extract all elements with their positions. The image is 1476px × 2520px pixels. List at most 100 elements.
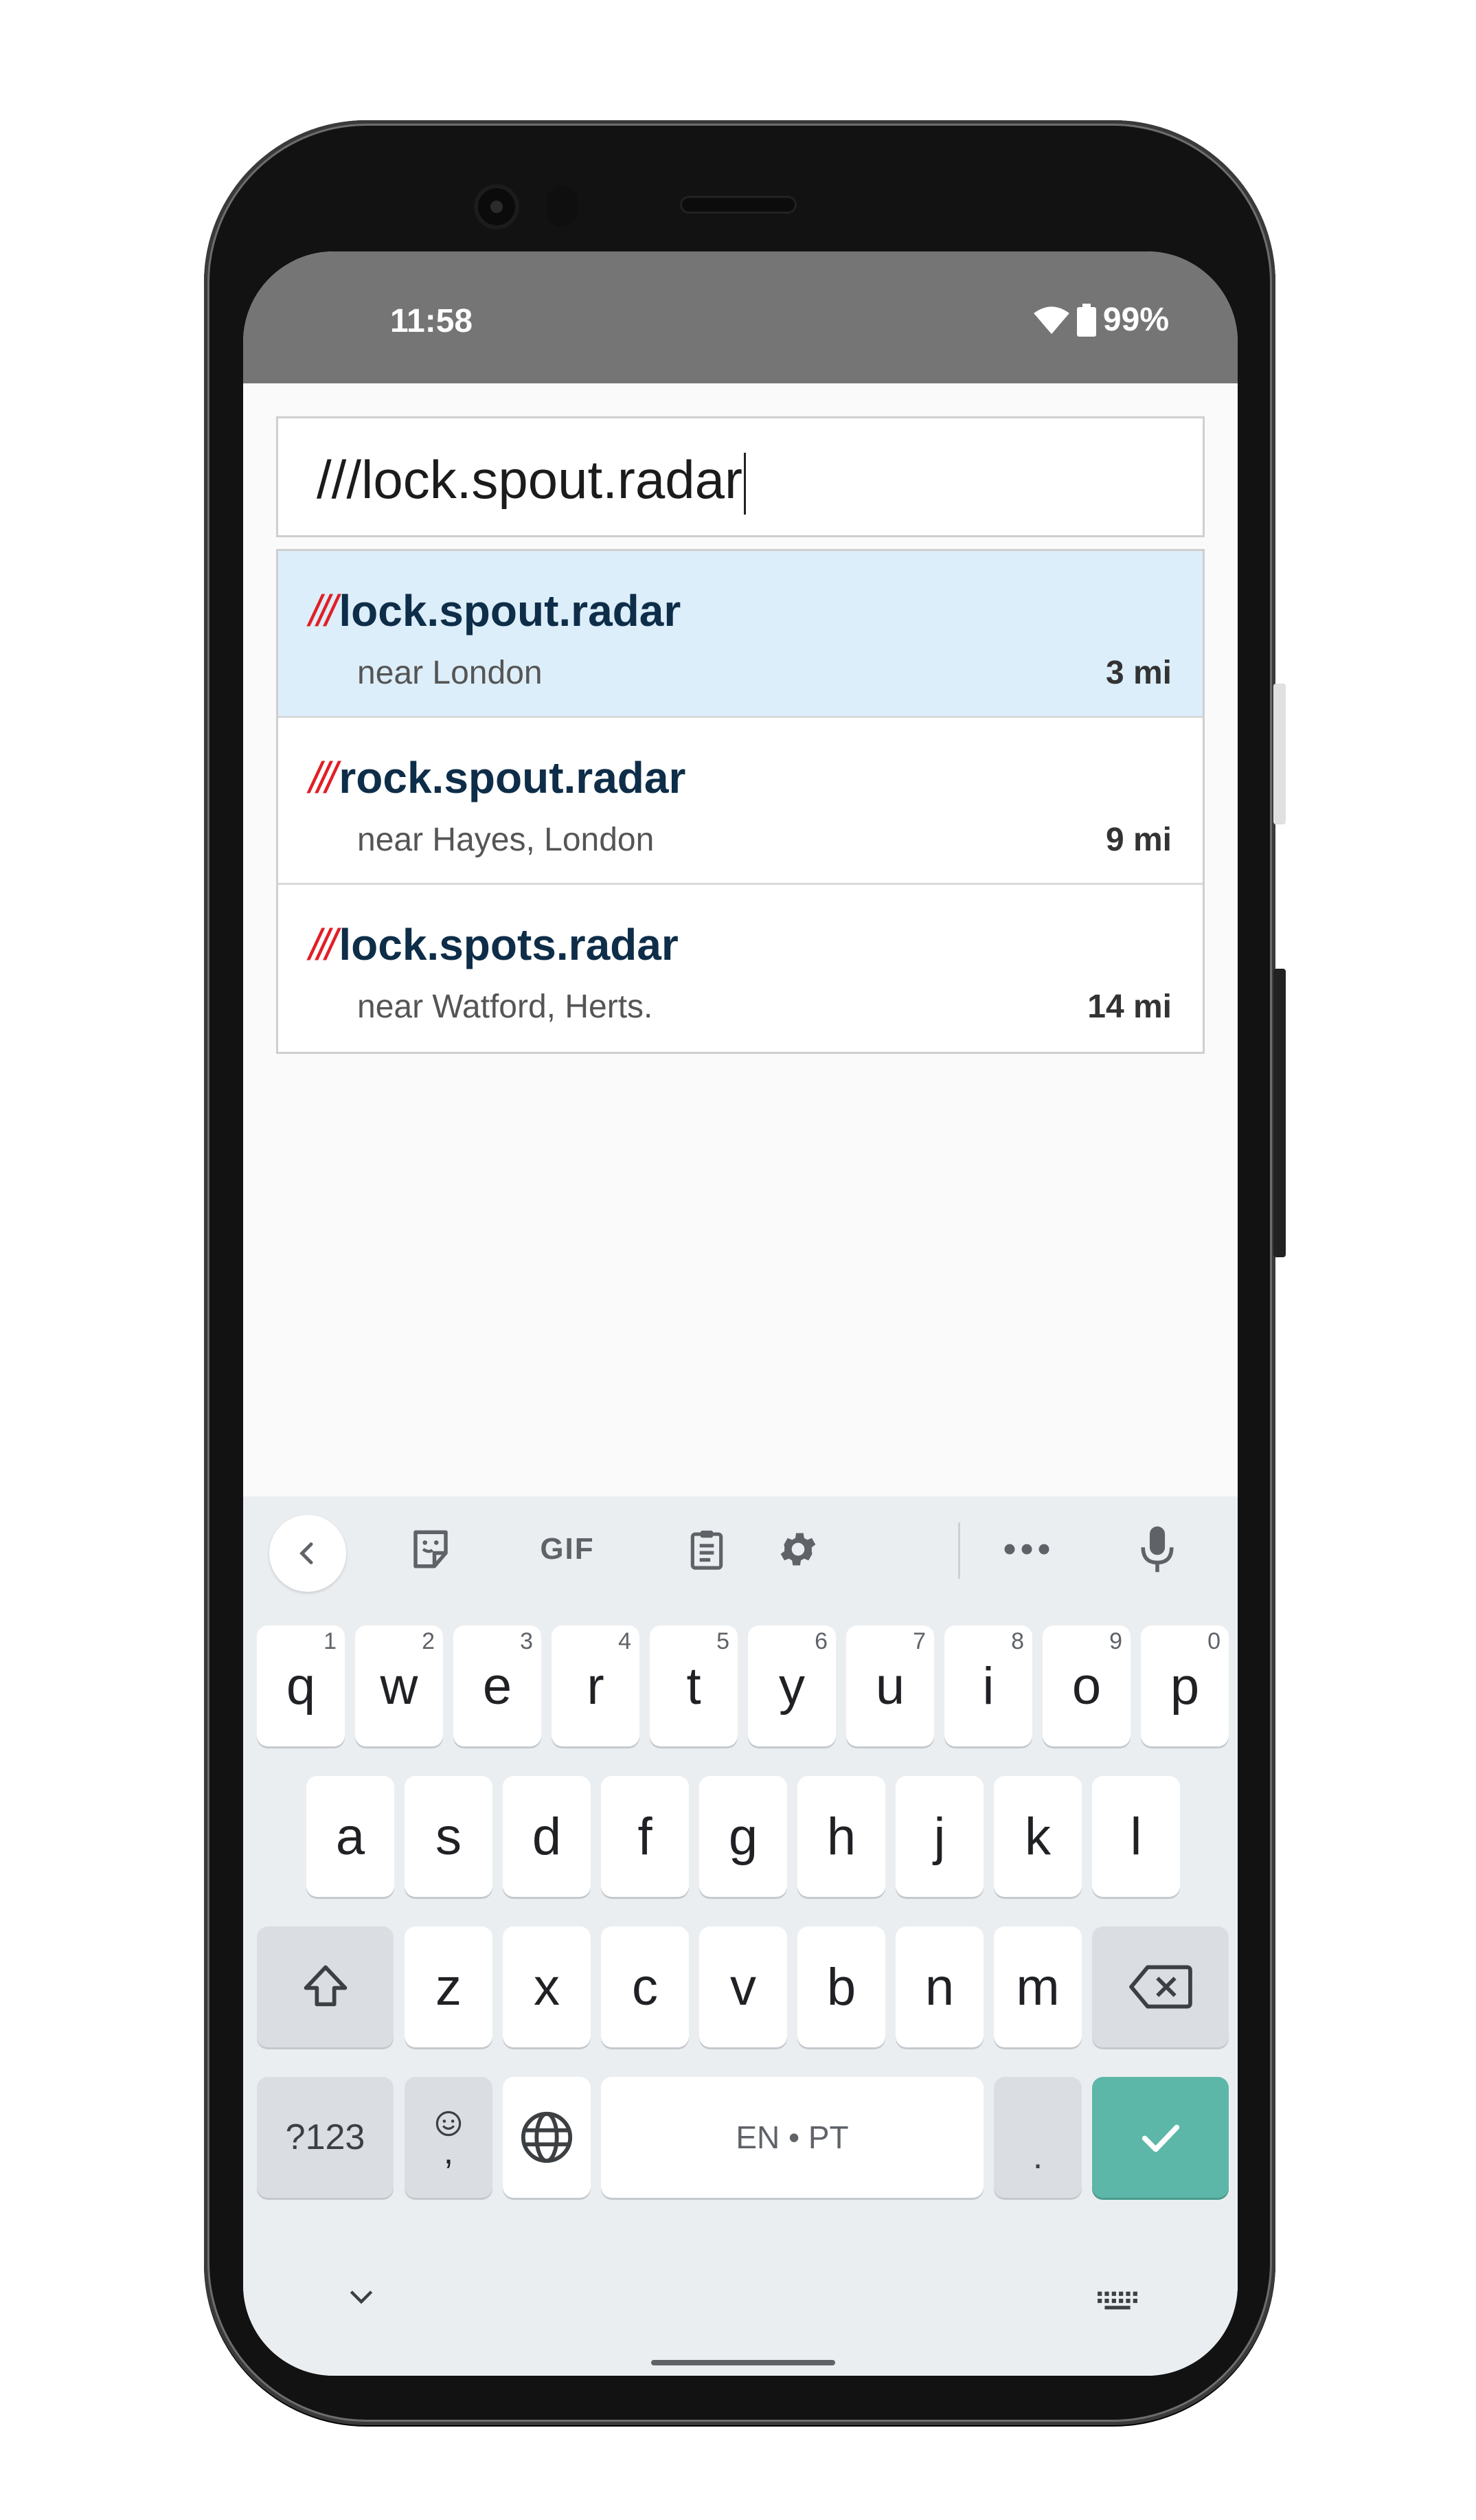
key-hint: 4 [618,1628,631,1654]
battery-icon [1076,303,1096,337]
key-w[interactable]: w2 [355,1625,443,1746]
search-input[interactable]: ///lock.spout.radar [276,416,1205,537]
key-g[interactable]: g [699,1776,787,1897]
key-label: i [982,1656,995,1715]
slash-prefix: /// [309,586,337,635]
language-key[interactable] [503,2077,591,2198]
key-label: n [924,1957,955,2016]
key-r[interactable]: r4 [552,1625,639,1746]
key-label: y [779,1656,805,1715]
suggestion-list: ///lock.spout.radar near London 3 mi ///… [276,549,1205,1054]
suggestion-address: lock.spots.radar [339,920,679,969]
key-x[interactable]: x [503,1926,591,2047]
toolbar-back-button[interactable] [269,1515,346,1592]
key-hint: 1 [323,1628,337,1654]
keyboard-toolbar: GIF [243,1496,1238,1599]
more-horizontal-icon [1004,1544,1049,1555]
key-label: m [1016,1957,1060,2016]
microphone-icon [1141,1526,1174,1573]
key-k[interactable]: k [994,1776,1082,1897]
suggestion-near: near London [357,655,543,691]
backspace-key[interactable] [1092,1926,1229,2047]
key-t[interactable]: t5 [650,1625,738,1746]
key-label: t [686,1656,701,1715]
key-z[interactable]: z [405,1926,492,2047]
enter-key[interactable] [1092,2077,1229,2198]
clipboard-button[interactable] [676,1518,738,1580]
suggestion-near: near Hayes, London [357,822,655,858]
gear-icon [780,1533,816,1566]
symbols-key[interactable]: ?123 [257,2077,394,2198]
key-label: c [632,1957,658,2016]
front-camera [474,184,519,229]
key-label: p [1170,1656,1200,1715]
key-y[interactable]: y6 [748,1625,836,1746]
suggestion-item[interactable]: ///rock.spout.radar near Hayes, London 9… [278,718,1203,885]
key-hint: 5 [716,1628,729,1654]
backspace-icon [1128,1965,1192,2009]
key-label: j [933,1807,946,1866]
earpiece-speaker [680,196,797,214]
key-v[interactable]: v [699,1926,787,2047]
key-label: ?123 [285,2117,365,2157]
keyboard-switch-button[interactable] [1096,2290,1139,2314]
chevron-down-icon [350,2291,373,2304]
toolbar-divider [958,1522,960,1579]
key-c[interactable]: c [601,1926,689,2047]
key-label: k [1025,1807,1051,1866]
battery-percent: 99% [1102,302,1169,338]
sticker-button[interactable] [400,1518,462,1580]
key-label: w [380,1656,418,1715]
chevron-left-icon [299,1542,313,1564]
status-time: 11:58 [390,303,473,339]
screen: 11:58 99% ///lock.spout.radar ///lock.sp… [243,251,1238,2376]
more-options-button[interactable] [996,1518,1058,1580]
space-bar[interactable]: EN • PT [601,2077,984,2198]
key-m[interactable]: m [994,1926,1082,2047]
key-i[interactable]: i8 [944,1625,1032,1746]
gif-button[interactable]: GIF [530,1518,605,1580]
key-label: q [286,1656,316,1715]
sticker-icon [413,1530,448,1568]
key-hint: 2 [422,1628,435,1654]
suggestion-distance: 3 mi [1105,655,1172,691]
shift-key[interactable] [257,1926,394,2047]
suggestion-distance: 9 mi [1105,822,1172,858]
key-s[interactable]: s [405,1776,492,1897]
key-o[interactable]: o9 [1043,1625,1131,1746]
suggestion-item[interactable]: ///lock.spots.radar near Watford, Herts.… [278,885,1203,1052]
side-button-top [1273,684,1286,824]
key-label: a [335,1807,365,1866]
key-h[interactable]: h [797,1776,885,1897]
settings-button[interactable] [767,1518,829,1580]
voice-input-button[interactable] [1126,1518,1188,1580]
key-l[interactable]: l [1092,1776,1180,1897]
key-e[interactable]: e3 [453,1625,541,1746]
key-j[interactable]: j [896,1776,984,1897]
key-d[interactable]: d [503,1776,591,1897]
emoji-comma-key[interactable]: , [405,2077,492,2198]
globe-icon [521,2111,573,2163]
key-b[interactable]: b [797,1926,885,2047]
key-label: z [435,1957,462,2016]
status-icons: 99% [1033,301,1169,339]
key-u[interactable]: u7 [846,1625,934,1746]
key-a[interactable]: a [306,1776,394,1897]
period-key[interactable]: . [994,2077,1082,2198]
key-q[interactable]: q1 [257,1625,345,1746]
slash-prefix: /// [309,753,337,802]
key-label: v [730,1957,756,2016]
key-n[interactable]: n [896,1926,984,2047]
key-label: . [1032,2137,1043,2176]
key-label: g [728,1807,758,1866]
key-label: x [534,1957,560,2016]
hide-keyboard-button[interactable] [346,2286,376,2310]
gesture-home-bar[interactable] [651,2360,835,2365]
text-cursor [743,453,746,515]
suggestion-near: near Watford, Herts. [357,989,653,1025]
suggestion-item[interactable]: ///lock.spout.radar near London 3 mi [278,551,1203,718]
key-p[interactable]: p0 [1141,1625,1229,1746]
key-f[interactable]: f [601,1776,689,1897]
gif-label: GIF [540,1532,595,1566]
keyboard-icon [1098,2291,1137,2310]
